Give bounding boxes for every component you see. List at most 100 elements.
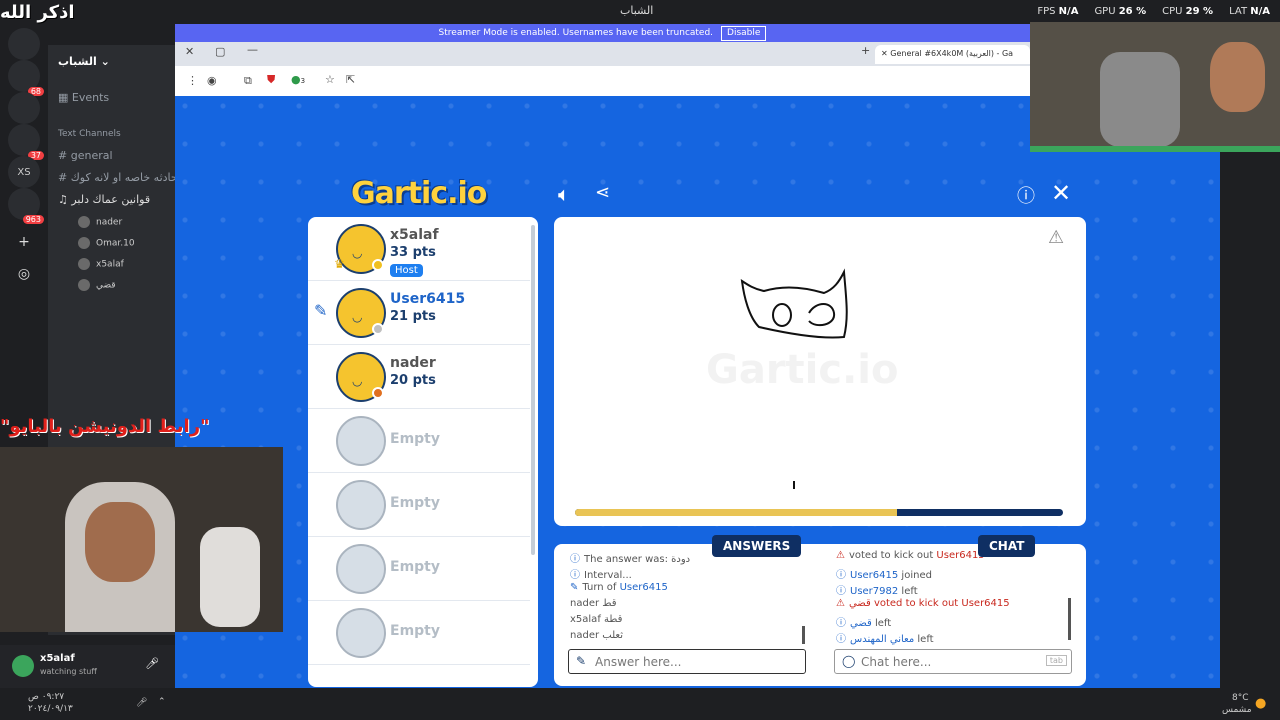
server-icon[interactable]	[8, 92, 40, 124]
player-points: 20 pts	[390, 373, 436, 388]
drawing-canvas[interactable]: ⚠ Gartic.io	[554, 217, 1086, 526]
avatar	[78, 279, 90, 291]
avatar	[78, 237, 90, 249]
status-dot	[372, 323, 384, 335]
close-window-icon[interactable]: ✕	[185, 45, 194, 58]
close-icon[interactable]: ✕	[1051, 179, 1071, 207]
mic-tray-icon[interactable]: 🎤︎	[136, 698, 147, 708]
player-row-empty[interactable]: Empty	[308, 473, 530, 537]
empty-avatar-icon	[336, 608, 386, 658]
share-page-icon[interactable]: ⇱	[346, 73, 355, 86]
status-dot	[372, 387, 384, 399]
server-icon[interactable]	[8, 28, 40, 60]
gartic-page: Gartic.io 🔈︎ ⋖ ⓘ ✕ ◡ x5alaf 33 pts Host ♛ ◡ Us…	[175, 96, 1220, 720]
smile-icon: ◡	[352, 310, 363, 324]
chat-message: ⓘ معاني المهندس left	[836, 634, 934, 645]
player-points: 33 pts	[390, 245, 436, 260]
player-name: x5alaf	[390, 227, 439, 243]
chat-message: ⓘ User7982 left	[836, 586, 918, 597]
empty-label: Empty	[390, 495, 440, 511]
player-row-empty[interactable]: Empty	[308, 537, 530, 601]
minimize-icon[interactable]: —	[247, 43, 258, 56]
info-icon: ⓘ	[836, 634, 846, 645]
webcam-bottom	[0, 447, 283, 632]
answers-message: ⓘ Interval...	[570, 570, 632, 581]
channel-item[interactable]: ♫ قوانين عماك دلبر	[58, 193, 150, 206]
toolbar: ⋮ ◉ ⧉ ⛊ ●3 ☆ ⇱	[175, 66, 1030, 96]
server-icon[interactable]: 68	[8, 60, 44, 96]
chat-message: ⓘ قضي left	[836, 618, 892, 629]
streamer-mode-banner: Streamer Mode is enabled. Usernames have…	[175, 24, 1030, 42]
chevron-up-icon[interactable]: ⌃	[158, 697, 166, 707]
server-icon[interactable]: 963	[8, 188, 44, 224]
warning-icon: ⚠	[836, 598, 845, 609]
disable-button[interactable]: Disable	[721, 26, 767, 41]
answers-label[interactable]: ANSWERS	[712, 535, 802, 557]
maximize-icon[interactable]: ▢	[215, 45, 225, 58]
share-icon[interactable]: ⋖	[595, 182, 610, 203]
chat-bubble-icon: ◯	[842, 654, 856, 668]
menu-icon[interactable]: ⋮	[187, 74, 198, 87]
player-row-empty[interactable]: Empty	[308, 409, 530, 473]
stat-fps: FPS N/A	[1037, 6, 1079, 17]
avatar[interactable]	[12, 655, 34, 677]
sound-icon[interactable]: 🔈︎	[558, 182, 570, 206]
user-panel: x5alaf watching stuff 🎤︎	[0, 645, 175, 688]
voice-member[interactable]: قضي	[78, 279, 116, 291]
banner-text: Streamer Mode is enabled. Usernames have…	[438, 28, 714, 38]
text-channels-header[interactable]: Text Channels	[58, 129, 121, 139]
tab-gartic[interactable]: ✕ General #6X4k0M (العربية) - Ga	[875, 45, 1030, 64]
stat-lat: LAT N/A	[1229, 6, 1270, 17]
chat-message: ⓘ User6415 joined	[836, 570, 932, 581]
mic-icon[interactable]: 🎤︎	[145, 657, 159, 670]
info-icon: ⓘ	[836, 586, 846, 597]
server-icon[interactable]: 37	[8, 124, 44, 160]
stat-cpu: CPU 29 %	[1162, 6, 1214, 17]
canvas-watermark-logo: Gartic.io	[706, 347, 899, 393]
chat-message: ⚠ قضي voted to kick out User6415	[836, 598, 1010, 609]
info-icon: ⓘ	[836, 618, 846, 629]
player-row[interactable]: ◡ nader 20 pts	[308, 345, 530, 409]
chat-scrollbar[interactable]	[1068, 598, 1071, 640]
player-row[interactable]: ◡ x5alaf 33 pts Host ♛	[308, 217, 530, 281]
stat-gpu: GPU 26 %	[1094, 6, 1147, 17]
extension-badge-icon[interactable]: ●3	[291, 73, 305, 86]
chat-input[interactable]: ◯ Chat here... tab	[834, 649, 1072, 674]
player-row[interactable]: ◡ User6415 21 pts ✎	[308, 281, 530, 345]
tab-strip: ✕ ▢ — + ✕ General #6X4k0M (العربية) - Ga	[175, 42, 1030, 64]
voice-member[interactable]: Omar.10	[78, 237, 135, 249]
bookmark-star-icon[interactable]: ☆	[325, 73, 335, 86]
info-icon: ⓘ	[836, 570, 846, 581]
events-link[interactable]: ▦ Events	[58, 91, 109, 104]
player-row-empty[interactable]: Empty	[308, 601, 530, 665]
voice-member[interactable]: nader	[78, 216, 122, 228]
explore-icon[interactable]: ◎	[8, 258, 40, 290]
hash-icon: #	[58, 171, 71, 184]
answers-scrollbar[interactable]	[802, 626, 805, 644]
os-top-bar: الشباب FPS N/A GPU 26 % CPU 29 % LAT N/A	[0, 0, 1280, 22]
players-panel: ◡ x5alaf 33 pts Host ♛ ◡ User6415 21 pts ✎ ◡ nader…	[308, 217, 538, 687]
shield-icon[interactable]: ⛊	[267, 73, 275, 87]
info-icon[interactable]: ⓘ	[1017, 182, 1035, 208]
players-scrollbar[interactable]	[531, 225, 535, 555]
chat-label[interactable]: CHAT	[978, 535, 1036, 557]
answer-input[interactable]: ✎ Answer here...	[568, 649, 806, 674]
server-name[interactable]: الشباب ⌄	[58, 55, 110, 68]
new-tab-icon[interactable]: +	[861, 44, 870, 57]
info-icon: ⓘ	[570, 554, 580, 565]
profile-icon[interactable]: ◉	[207, 74, 217, 87]
empty-avatar-icon	[336, 416, 386, 466]
pencil-icon: ✎	[576, 654, 587, 668]
hash-icon: #	[58, 149, 71, 162]
empty-label: Empty	[390, 431, 440, 447]
host-badge: Host	[390, 264, 423, 277]
server-icon[interactable]: XS	[8, 156, 40, 188]
voice-member[interactable]: x5alaf	[78, 258, 124, 270]
channel-item[interactable]: # المحادثه خاصه او لانه كوك	[58, 171, 191, 184]
extensions-icon[interactable]: ⧉	[244, 74, 252, 88]
info-icon: ⓘ	[570, 570, 580, 581]
channel-item[interactable]: # general	[58, 149, 113, 162]
add-server-icon[interactable]: +	[8, 226, 40, 258]
gartic-logo[interactable]: Gartic.io	[351, 176, 487, 211]
smile-icon: ◡	[352, 246, 363, 260]
